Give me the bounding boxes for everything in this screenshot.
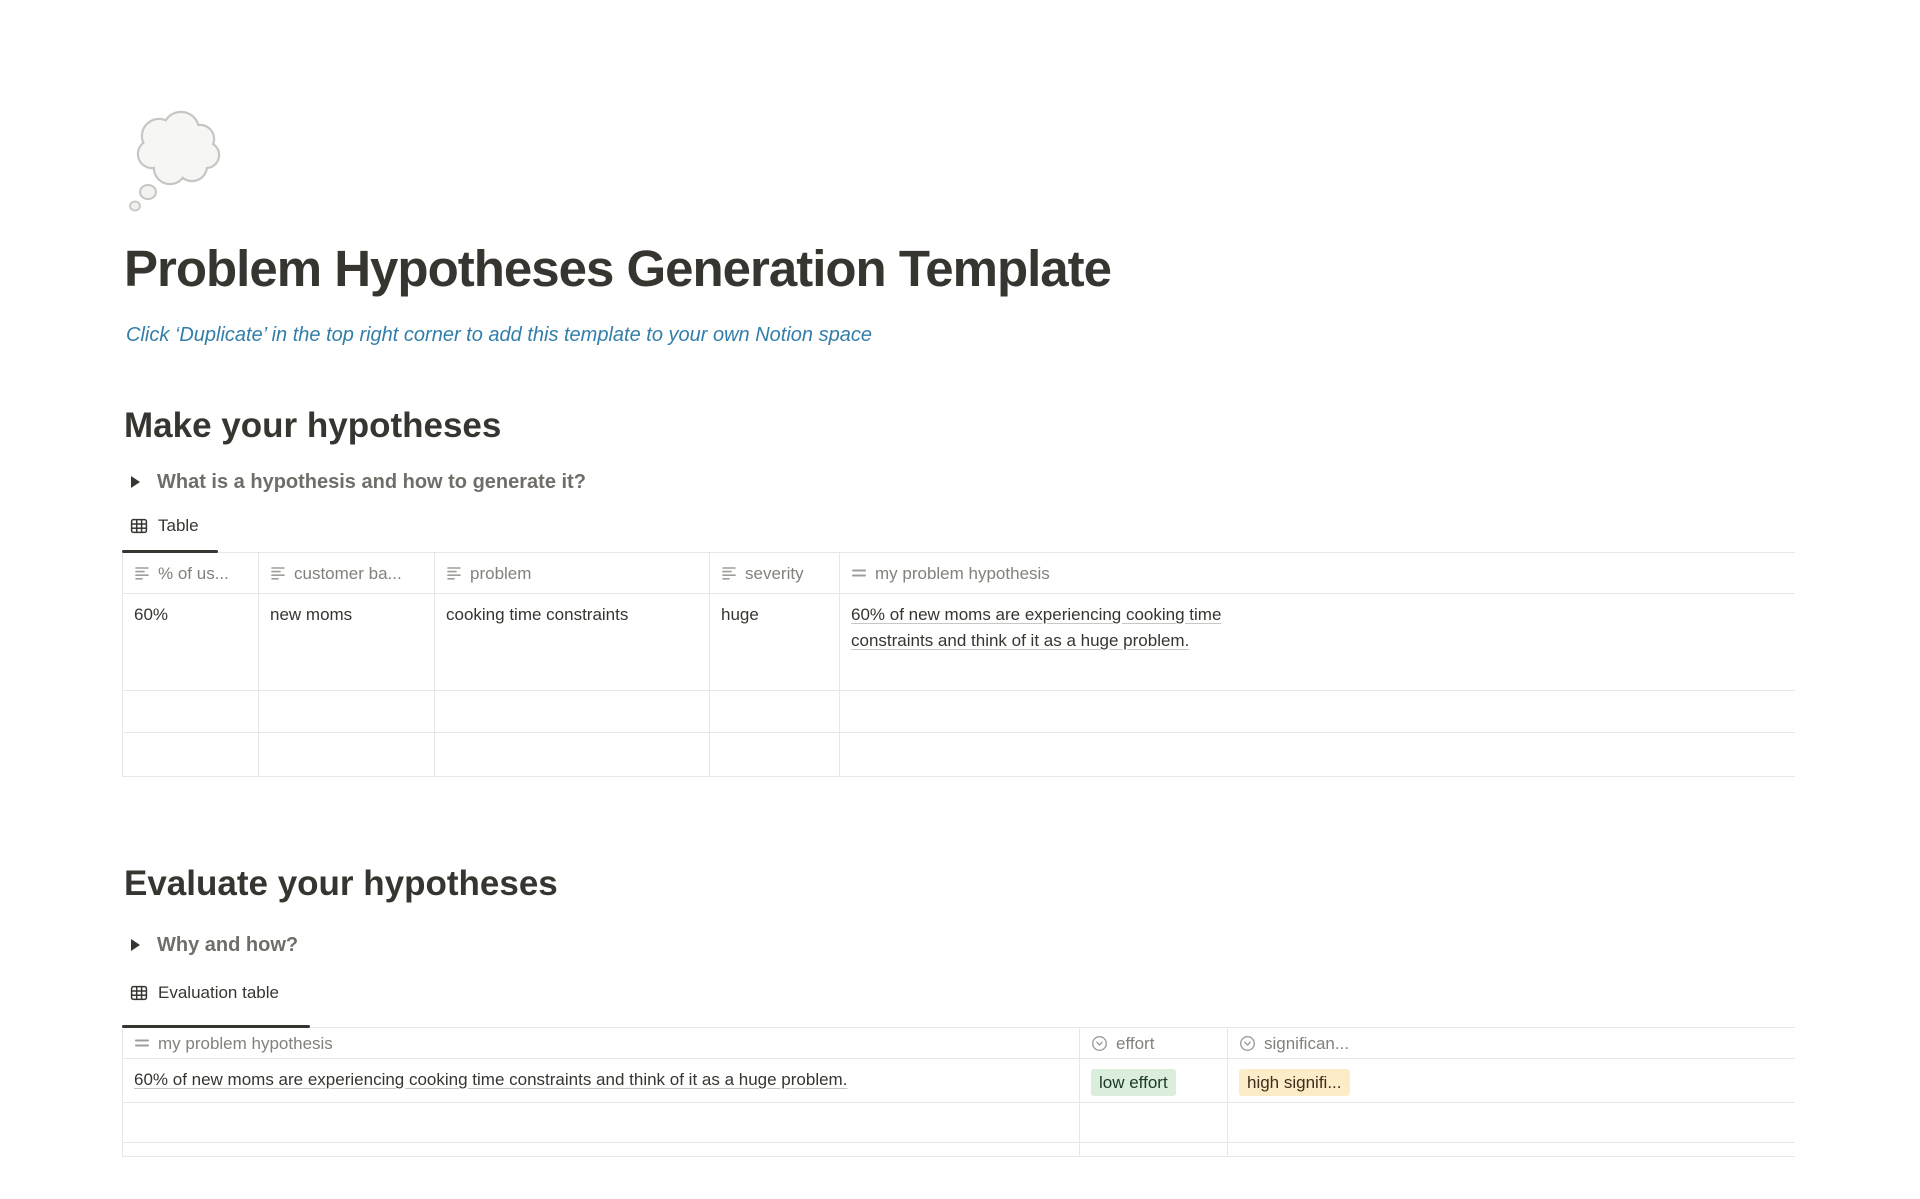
empty-cell[interactable]	[122, 733, 259, 777]
tab-table[interactable]: Table	[130, 514, 199, 538]
page-subtitle: Click ‘Duplicate’ in the top right corne…	[126, 322, 872, 348]
cell-severity[interactable]: huge	[710, 594, 840, 691]
column-header-label: severity	[745, 561, 804, 586]
tab-table-label: Table	[158, 516, 199, 536]
title-property-icon	[134, 1035, 150, 1051]
section-heading-evaluate: Evaluate your hypotheses	[124, 862, 558, 906]
title-property-icon	[851, 565, 867, 581]
column-header-label: problem	[470, 561, 531, 586]
column-header-label: effort	[1116, 1031, 1154, 1056]
notion-page: Problem Hypotheses Generation Template C…	[0, 0, 1920, 1199]
evaluation-table: my problem hypothesis effort significan.…	[122, 1028, 1795, 1157]
empty-cell[interactable]	[122, 1103, 1080, 1143]
column-header-severity[interactable]: severity	[710, 553, 840, 594]
empty-cell[interactable]	[710, 691, 840, 733]
text-property-icon	[270, 565, 286, 581]
cell-effort[interactable]: low effort	[1080, 1059, 1228, 1103]
select-property-icon	[1239, 1035, 1256, 1052]
column-header-customer-base[interactable]: customer ba...	[259, 553, 435, 594]
column-header-label: customer ba...	[294, 561, 402, 586]
empty-cell[interactable]	[122, 691, 259, 733]
column-header-problem[interactable]: problem	[435, 553, 710, 594]
cell-problem[interactable]: cooking time constraints	[435, 594, 710, 691]
text-property-icon	[721, 565, 737, 581]
empty-cell[interactable]	[259, 691, 435, 733]
toggle-label: Why and how?	[157, 934, 298, 957]
text-property-icon	[134, 565, 150, 581]
empty-cell[interactable]	[435, 691, 710, 733]
active-tab-indicator	[122, 550, 218, 553]
table-icon	[130, 984, 148, 1002]
empty-cell[interactable]	[435, 733, 710, 777]
effort-tag[interactable]: low effort	[1091, 1069, 1176, 1096]
table-icon	[130, 517, 148, 535]
column-header-effort[interactable]: effort	[1080, 1028, 1228, 1059]
toggle-why-and-how[interactable]: Why and how?	[131, 932, 298, 958]
text-property-icon	[446, 565, 462, 581]
column-header-significance[interactable]: significan...	[1228, 1028, 1795, 1059]
tab-evaluation-table-label: Evaluation table	[158, 983, 279, 1003]
significance-tag[interactable]: high signifi...	[1239, 1069, 1350, 1096]
hypothesis-page-link[interactable]: 60% of new moms are experiencing cooking…	[134, 1067, 1034, 1093]
cell-customer-base[interactable]: new moms	[259, 594, 435, 691]
toggle-triangle-icon	[131, 939, 140, 951]
cell-hypothesis[interactable]: 60% of new moms are experiencing cooking…	[122, 1059, 1080, 1103]
column-header-label: significan...	[1264, 1031, 1349, 1056]
empty-cell[interactable]	[1228, 1143, 1795, 1157]
page-icon-thought-balloon-emoji[interactable]	[126, 106, 232, 216]
column-header-percent-of-users[interactable]: % of us...	[122, 553, 259, 594]
empty-cell[interactable]	[122, 1143, 1080, 1157]
empty-cell[interactable]	[1080, 1103, 1228, 1143]
empty-cell[interactable]	[1080, 1143, 1228, 1157]
column-header-label: my problem hypothesis	[158, 1031, 333, 1056]
cell-hypothesis[interactable]: 60% of new moms are experiencing cooking…	[840, 594, 1795, 691]
cell-significance[interactable]: high signifi...	[1228, 1059, 1795, 1103]
column-header-my-problem-hypothesis[interactable]: my problem hypothesis	[122, 1028, 1080, 1059]
empty-cell[interactable]	[1228, 1103, 1795, 1143]
hypothesis-page-link[interactable]: 60% of new moms are experiencing cooking…	[851, 602, 1233, 654]
thought-balloon-icon	[126, 106, 232, 216]
toggle-triangle-icon	[131, 476, 140, 488]
column-header-label: my problem hypothesis	[875, 561, 1050, 586]
empty-cell[interactable]	[710, 733, 840, 777]
toggle-label: What is a hypothesis and how to generate…	[157, 471, 586, 494]
select-property-icon	[1091, 1035, 1108, 1052]
toggle-what-is-a-hypothesis[interactable]: What is a hypothesis and how to generate…	[131, 469, 586, 495]
column-header-label: % of us...	[158, 561, 229, 586]
empty-cell[interactable]	[259, 733, 435, 777]
hypotheses-table: % of us... customer ba... problem severi…	[122, 553, 1795, 777]
cell-percent-of-users[interactable]: 60%	[122, 594, 259, 691]
empty-cell[interactable]	[840, 733, 1795, 777]
empty-cell[interactable]	[840, 691, 1795, 733]
page-title: Problem Hypotheses Generation Template	[124, 238, 1111, 300]
section-heading-make: Make your hypotheses	[124, 404, 501, 448]
column-header-my-problem-hypothesis[interactable]: my problem hypothesis	[840, 553, 1795, 594]
tab-evaluation-table[interactable]: Evaluation table	[130, 981, 279, 1005]
active-tab-indicator	[122, 1025, 310, 1028]
